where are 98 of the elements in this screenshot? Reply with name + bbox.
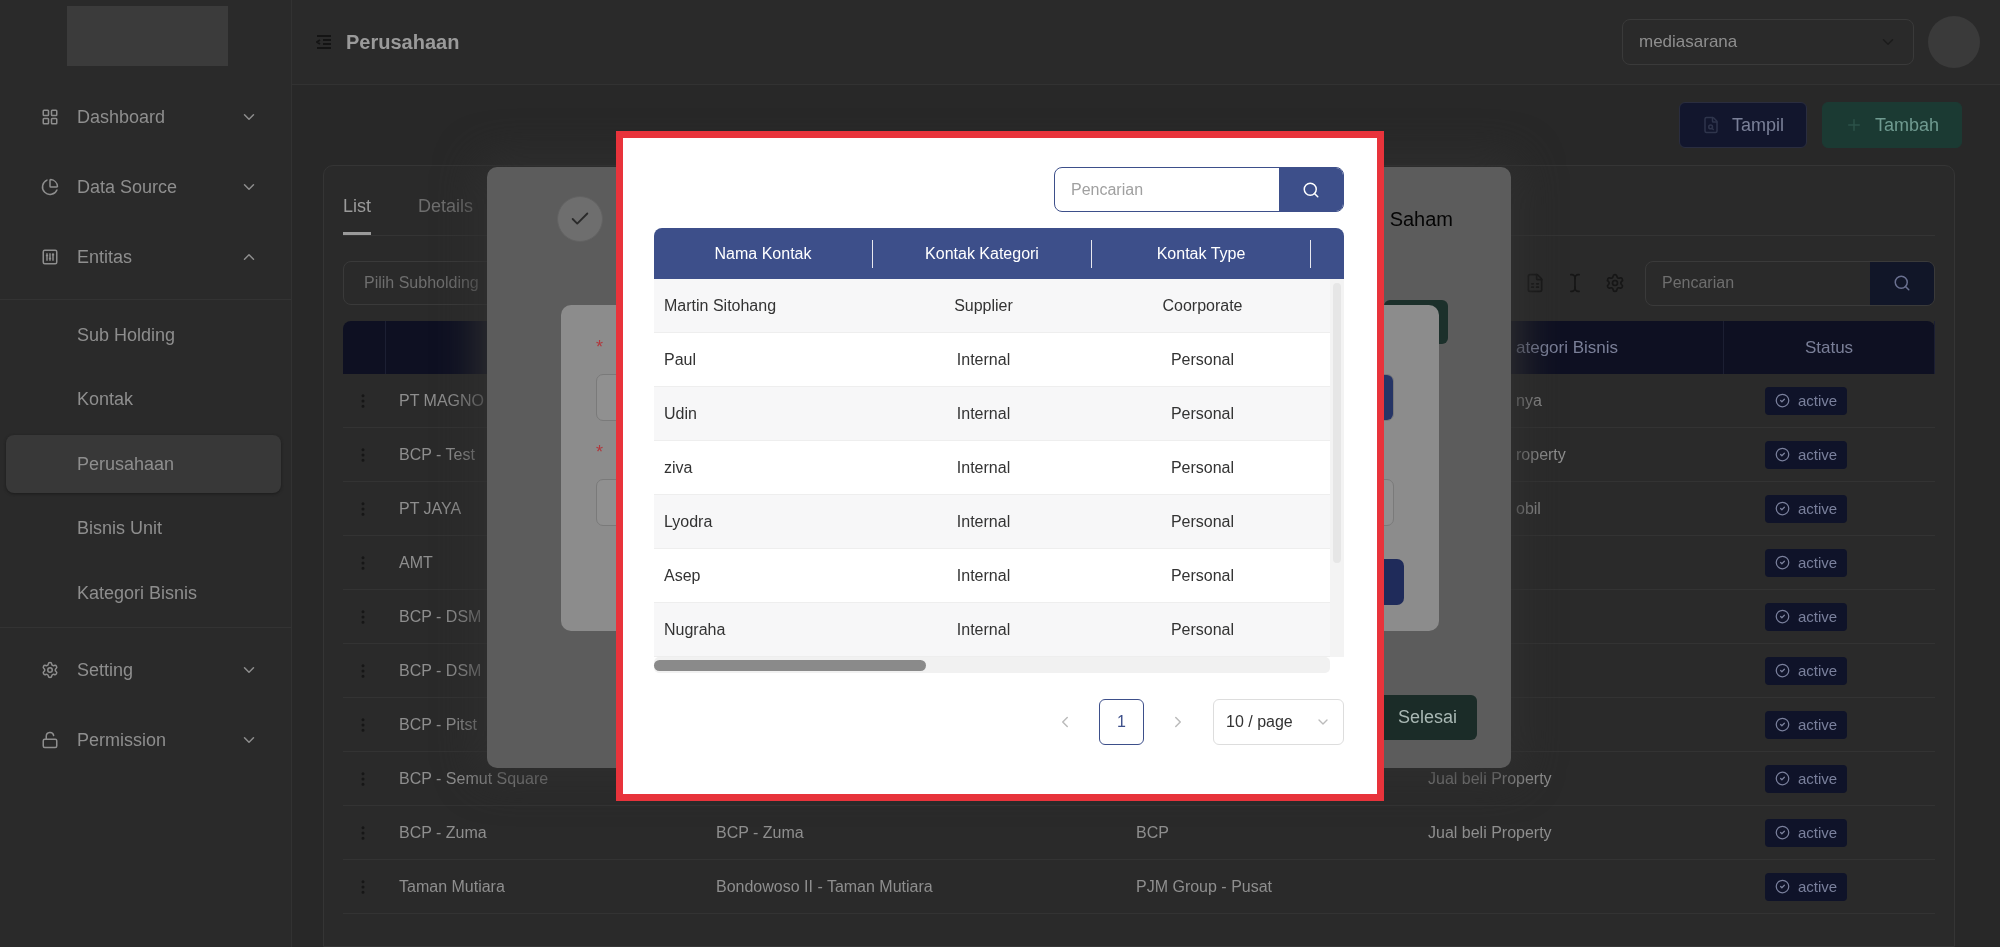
- search-button[interactable]: [1870, 261, 1934, 305]
- search-field[interactable]: Pencarian: [1054, 167, 1344, 212]
- table-cell-text: Paul: [663, 350, 698, 369]
- status-badge: active: [1765, 494, 1848, 523]
- status-badge: active: [1765, 872, 1848, 901]
- sidebar-item[interactable]: Bisnis Unit: [6, 499, 281, 558]
- table-cell-text: Internal: [955, 350, 1012, 369]
- table-cell: PT MAGNO: [399, 391, 485, 410]
- table-cell: Jual beli Property: [1428, 769, 1552, 788]
- check-circle-icon: [1775, 717, 1790, 732]
- table-cell: BCP: [1136, 823, 1169, 842]
- table-cell: BCP - Test: [399, 445, 475, 464]
- table-cell: BCP - DSM: [399, 607, 482, 626]
- status-badge: active: [1765, 602, 1848, 631]
- table-cell-text: Personal: [1169, 566, 1236, 585]
- table-cell-text: Internal: [955, 512, 1012, 531]
- table-cell: PJM Group - Pusat: [1136, 877, 1273, 896]
- table-cell-text: Internal: [955, 620, 1012, 639]
- table-cell: BCP - Zuma: [399, 823, 487, 842]
- status-badge: active: [1765, 656, 1848, 685]
- required-mark: *: [596, 440, 604, 464]
- table-cell: Taman Mutiara: [399, 877, 505, 896]
- table-cell-text: Personal: [1169, 512, 1236, 531]
- table-cell: BCP - Semut Square: [399, 769, 549, 788]
- check-circle-icon: [1775, 555, 1790, 570]
- table-cell: AMT: [399, 553, 433, 572]
- tab[interactable]: Details: [418, 181, 474, 235]
- add-button[interactable]: Tambah: [1821, 102, 1962, 148]
- step-label: Saham: [1389, 207, 1453, 231]
- column-header: Nama Kontak: [654, 239, 873, 268]
- table-cell: obil: [1516, 499, 1541, 518]
- status-badge: active: [1765, 764, 1848, 793]
- table-cell: BCP - Pitst: [399, 715, 477, 734]
- settings-icon: [41, 661, 59, 679]
- table-cell-text: Personal: [1169, 404, 1236, 423]
- search-field[interactable]: Pencarian: [1645, 260, 1935, 306]
- grid-icon: [41, 108, 59, 126]
- table-cell: roperty: [1516, 445, 1566, 464]
- page-title: Perusahaan: [346, 30, 461, 54]
- status-badge: active: [1765, 710, 1848, 739]
- page-size-select[interactable]: 10 / page: [1213, 699, 1344, 745]
- sidebar-item[interactable]: Entitas: [0, 229, 291, 285]
- table-cell: PT JAYA: [399, 499, 462, 518]
- check-circle-icon: [1775, 879, 1790, 894]
- sliders-icon: [41, 248, 59, 266]
- column-header: Kontak Type: [1092, 239, 1311, 268]
- sidebar-item[interactable]: Dashboard: [0, 89, 291, 145]
- pie-chart-icon: [41, 178, 59, 196]
- required-mark: *: [596, 335, 604, 359]
- table-cell-text: Martin Sitohang: [663, 296, 778, 315]
- table-cell-text: Coorporate: [1161, 296, 1244, 315]
- table-cell-text: Internal: [955, 566, 1012, 585]
- check-circle-icon: [1775, 663, 1790, 678]
- column-header: Status: [1804, 337, 1854, 358]
- tab[interactable]: List: [343, 181, 371, 235]
- company-select[interactable]: mediasarana: [1622, 19, 1914, 65]
- search-button[interactable]: [1279, 168, 1343, 211]
- table-cell: Jual beli Property: [1428, 823, 1552, 842]
- table-cell-text: ziva: [663, 458, 694, 477]
- status-badge: active: [1765, 548, 1848, 577]
- table-cell-text: Internal: [955, 404, 1012, 423]
- sidebar-item[interactable]: Setting: [0, 642, 291, 698]
- page-button[interactable]: 1: [1099, 699, 1144, 745]
- sidebar-item[interactable]: Sub Holding: [6, 306, 281, 364]
- table-cell-text: Personal: [1169, 458, 1236, 477]
- table-cell: nya: [1516, 391, 1542, 410]
- check-circle-icon: [1775, 609, 1790, 624]
- column-header: Kontak Kategori: [873, 239, 1092, 268]
- check-circle-icon: [1775, 393, 1790, 408]
- table-cell-text: Internal: [955, 458, 1012, 477]
- status-badge: active: [1765, 818, 1848, 847]
- table-cell: BCP - Zuma: [716, 823, 804, 842]
- status-badge: active: [1765, 440, 1848, 469]
- sidebar-item[interactable]: Kontak: [6, 370, 281, 429]
- check-circle-icon: [1775, 825, 1790, 840]
- table-cell-text: Personal: [1169, 350, 1236, 369]
- status-badge: active: [1765, 386, 1848, 415]
- table-cell-text: Nugraha: [663, 620, 727, 639]
- table-cell: BCP - DSM: [399, 661, 482, 680]
- table-cell-text: Lyodra: [663, 512, 714, 531]
- view-button[interactable]: Tampil: [1678, 102, 1807, 148]
- sidebar-item[interactable]: Kategori Bisnis: [6, 564, 281, 622]
- document-search-icon: [1701, 116, 1720, 134]
- sidebar-item[interactable]: Data Source: [0, 159, 291, 215]
- table-cell-text: Personal: [1169, 620, 1236, 639]
- table-cell: Bondowoso II - Taman Mutiara: [716, 877, 933, 896]
- check-circle-icon: [1775, 501, 1790, 516]
- table-cell-text: Udin: [663, 404, 698, 423]
- column-header: ategori Bisnis: [1516, 337, 1619, 358]
- search-icon: [1302, 180, 1320, 199]
- sidebar-item[interactable]: Perusahaan: [6, 435, 281, 493]
- unlock-icon: [41, 731, 59, 749]
- table-cell-text: Asep: [663, 566, 702, 585]
- table-cell-text: Supplier: [953, 296, 1014, 315]
- search-icon: [1893, 274, 1911, 292]
- sidebar-item[interactable]: Permission: [0, 712, 291, 768]
- check-circle-icon: [1775, 771, 1790, 786]
- check-circle-icon: [1775, 447, 1790, 462]
